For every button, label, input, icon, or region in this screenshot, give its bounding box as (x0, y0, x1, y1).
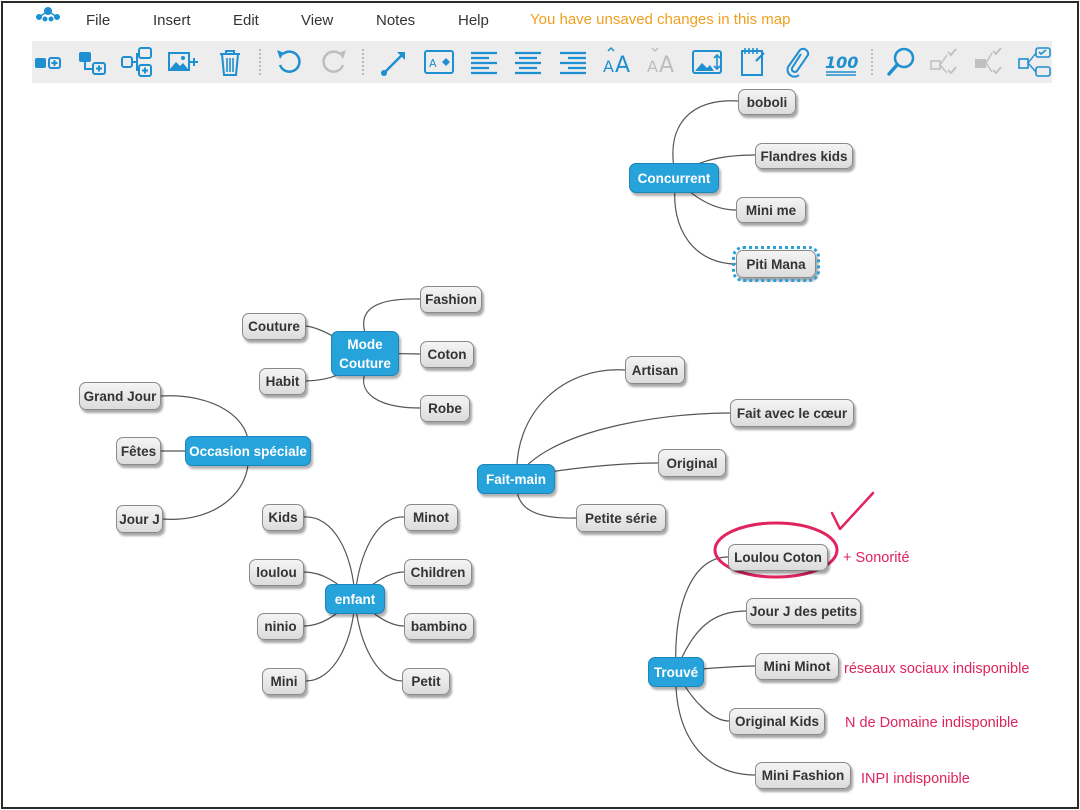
add-node-icon[interactable] (32, 45, 66, 79)
node-fait-main[interactable]: Fait-main (477, 464, 555, 494)
node-fait-avec-le-coeur[interactable]: Fait avec le cœur (730, 399, 854, 427)
font-smaller-icon[interactable]: AA (646, 45, 680, 79)
node-jour-j-des-petits[interactable]: Jour J des petits (746, 598, 861, 625)
link-icon[interactable] (780, 45, 814, 79)
node-coton[interactable]: Coton (420, 341, 474, 368)
node-piti-mana[interactable]: Piti Mana (732, 246, 820, 282)
svg-text:A: A (659, 53, 674, 78)
delete-icon[interactable] (213, 45, 247, 79)
toolbar-separator (362, 49, 364, 75)
node-artisan[interactable]: Artisan (625, 356, 685, 384)
node-robe[interactable]: Robe (420, 395, 470, 422)
node-minot[interactable]: Minot (404, 504, 458, 531)
align-left-icon[interactable] (467, 45, 501, 79)
node-ninio[interactable]: ninio (257, 613, 304, 640)
font-larger-icon[interactable]: AA (602, 45, 636, 79)
node-habit[interactable]: Habit (259, 368, 306, 395)
node-occasion-speciale[interactable]: Occasion spéciale (185, 436, 311, 466)
note-icon[interactable] (736, 45, 770, 79)
redo-icon[interactable] (317, 45, 351, 79)
connector-icon[interactable] (377, 45, 411, 79)
node-mode-couture-line1: Mode (347, 336, 383, 352)
node-bambino[interactable]: bambino (404, 613, 474, 640)
node-flandres-kids[interactable]: Flandres kids (755, 143, 853, 169)
menu-edit[interactable]: Edit (233, 12, 259, 29)
node-original[interactable]: Original (658, 449, 726, 477)
connector-lines (160, 100, 875, 776)
node-kids[interactable]: Kids (262, 504, 304, 531)
node-original-kids[interactable]: Original Kids (729, 708, 825, 735)
menu-insert[interactable]: Insert (153, 12, 191, 29)
menu-view[interactable]: View (301, 12, 333, 29)
task-tree-icon[interactable] (974, 45, 1008, 79)
svg-text:A: A (603, 57, 614, 76)
check-mark-icon (830, 491, 875, 531)
node-boboli[interactable]: boboli (738, 89, 796, 115)
node-couture[interactable]: Couture (242, 313, 306, 340)
unsaved-changes-status: You have unsaved changes in this map (530, 11, 791, 28)
add-sibling-icon[interactable] (120, 45, 154, 79)
node-grand-jour[interactable]: Grand Jour (79, 382, 161, 410)
node-loulou-coton[interactable]: Loulou Coton (728, 544, 828, 571)
undo-icon[interactable] (272, 45, 306, 79)
node-concurrent[interactable]: Concurrent (629, 163, 719, 193)
menu-bar: File Insert Edit View Notes Help You hav… (3, 3, 1077, 39)
node-children[interactable]: Children (404, 559, 472, 586)
annotation-nom-de-domaine: N de Domaine indisponible (845, 715, 1019, 731)
node-mode-couture-line2: Couture (339, 355, 391, 371)
annotation-reseaux-sociaux: réseaux sociaux indisponible (844, 661, 1030, 677)
node-mini-minot[interactable]: Mini Minot (755, 653, 839, 680)
app-window: File Insert Edit View Notes Help You hav… (1, 1, 1079, 809)
menu-notes[interactable]: Notes (376, 12, 415, 29)
menu-file[interactable]: File (86, 12, 110, 29)
toolbar: A AA AA 100 (32, 41, 1052, 83)
node-petit[interactable]: Petit (402, 668, 450, 695)
app-logo-icon (31, 3, 65, 29)
node-mode-couture[interactable]: Mode Couture (331, 331, 399, 376)
annotation-sonorite: + Sonorité (843, 550, 910, 566)
task-list-icon[interactable] (1018, 45, 1052, 79)
search-icon[interactable] (885, 45, 919, 79)
toolbar-separator (871, 49, 873, 75)
node-trouve[interactable]: Trouvé (648, 657, 704, 687)
node-jour-j[interactable]: Jour J (116, 505, 163, 533)
menu-help[interactable]: Help (458, 12, 489, 29)
rating-100-icon[interactable]: 100 (824, 45, 858, 79)
toolbar-separator (259, 49, 261, 75)
node-mini-me[interactable]: Mini me (736, 197, 806, 223)
node-fetes[interactable]: Fêtes (116, 437, 161, 465)
add-child-icon[interactable] (76, 45, 110, 79)
image-fit-icon[interactable] (690, 45, 724, 79)
svg-text:A: A (429, 57, 437, 70)
align-center-icon[interactable] (511, 45, 545, 79)
node-loulou[interactable]: loulou (249, 559, 304, 586)
annotation-inpi: INPI indisponible (861, 771, 970, 787)
svg-text:A: A (647, 57, 658, 76)
svg-text:100: 100 (825, 53, 858, 72)
node-mini-fashion[interactable]: Mini Fashion (755, 762, 851, 789)
svg-text:A: A (615, 53, 630, 78)
node-style-icon[interactable]: A (422, 45, 456, 79)
add-image-icon[interactable] (166, 45, 200, 79)
node-fashion[interactable]: Fashion (420, 286, 482, 313)
node-mini[interactable]: Mini (262, 668, 306, 695)
node-enfant[interactable]: enfant (325, 584, 385, 614)
mindmap-canvas[interactable]: Concurrent boboli Flandres kids Mini me … (3, 83, 1077, 807)
align-right-icon[interactable] (556, 45, 590, 79)
node-petite-serie[interactable]: Petite série (576, 504, 666, 532)
task-icon[interactable] (930, 45, 964, 79)
